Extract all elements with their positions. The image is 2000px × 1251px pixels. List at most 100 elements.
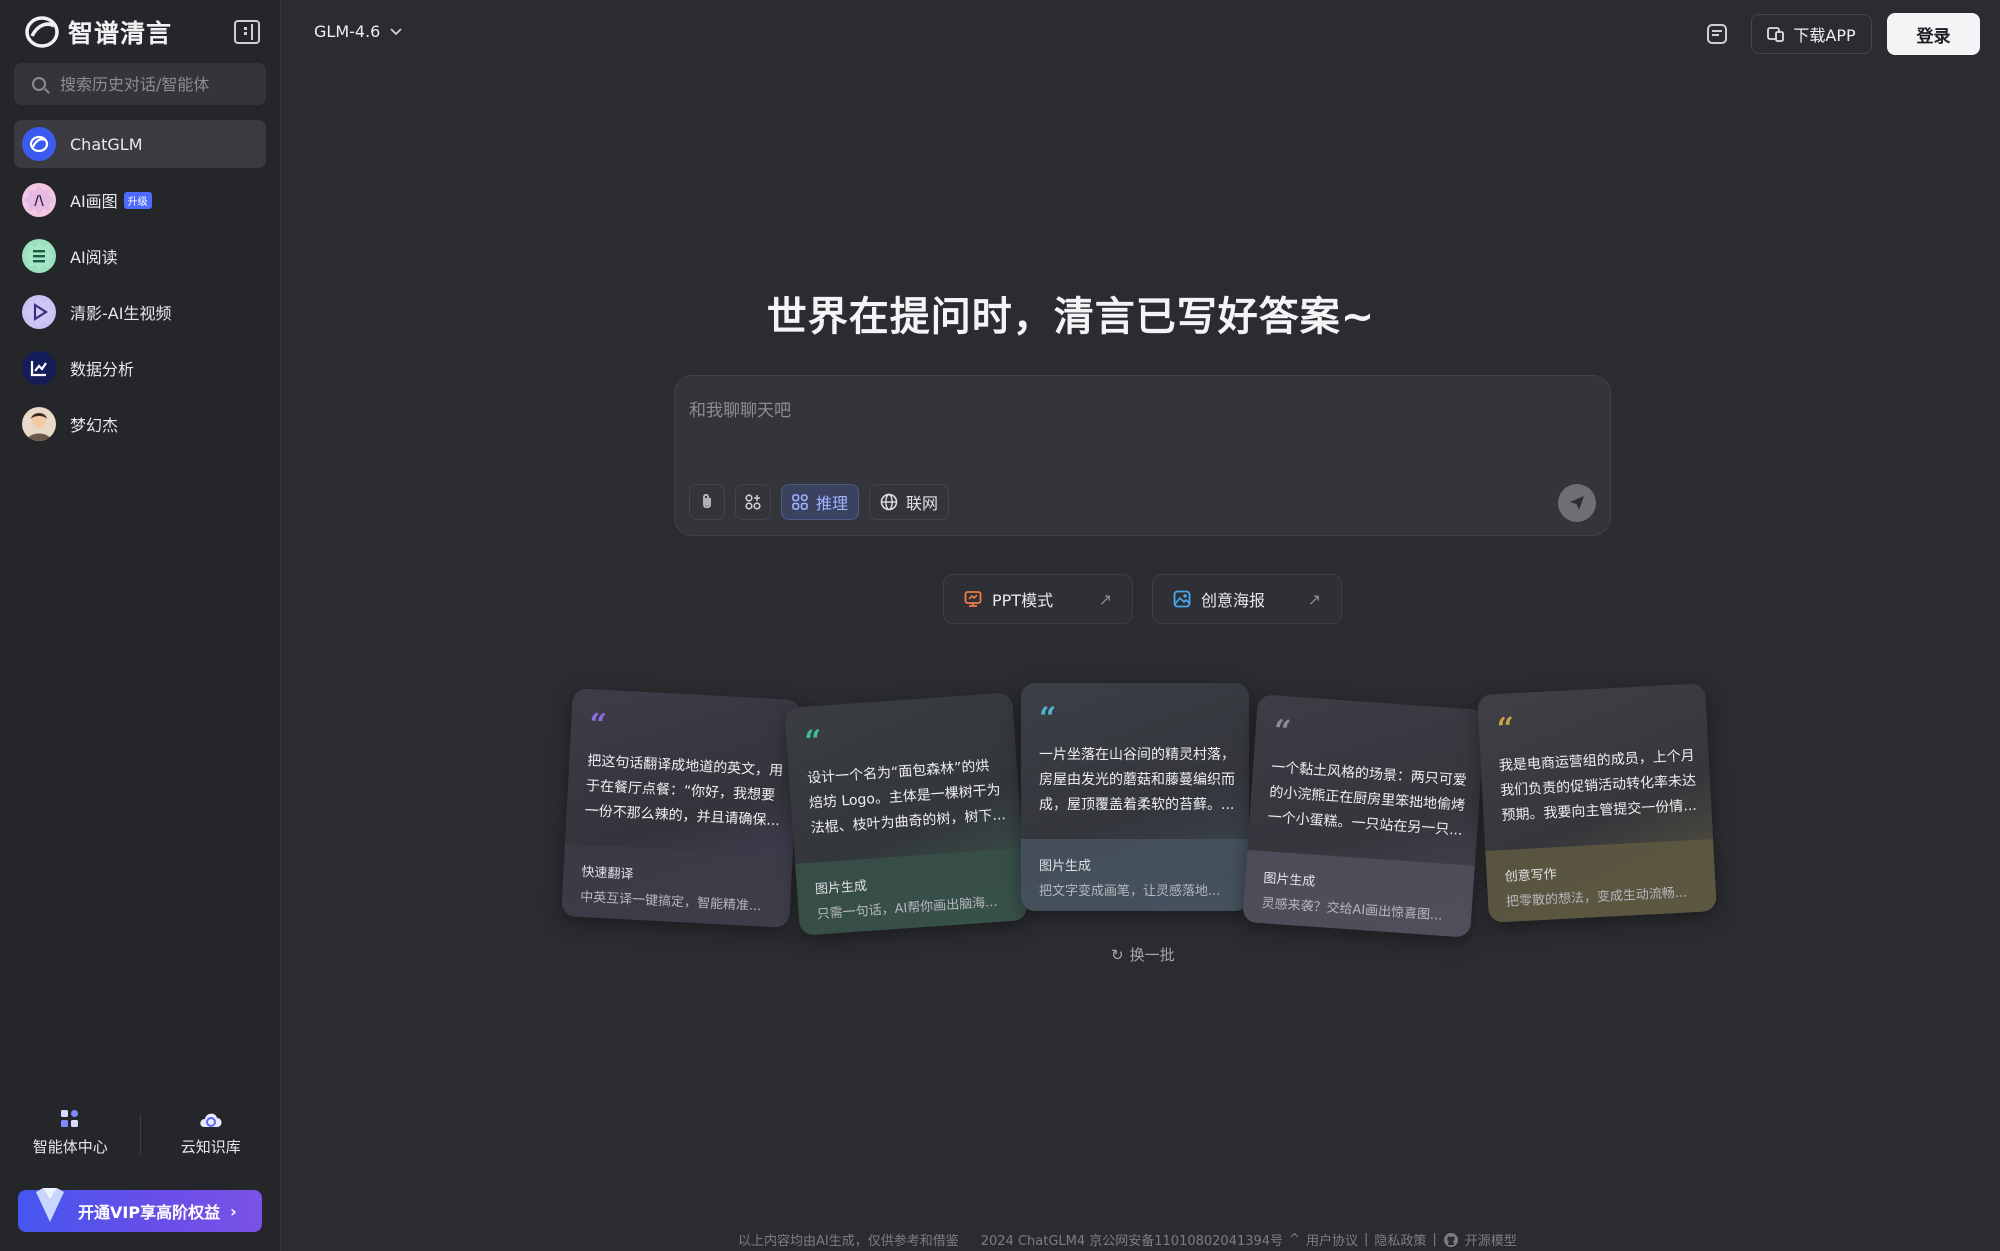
disclaimer-text: 以上内容均由AI生成，仅供参考和借鉴 bbox=[738, 1234, 959, 1249]
zhipu-logo-icon bbox=[25, 16, 59, 48]
refresh-button[interactable]: ↻ 换一批 bbox=[1111, 944, 1175, 965]
poster-icon bbox=[1173, 590, 1191, 608]
vip-upgrade-button[interactable]: 开通VIP享高阶权益 › bbox=[18, 1188, 262, 1232]
agent-center-icon bbox=[61, 1110, 79, 1127]
apps-icon bbox=[745, 494, 761, 510]
sidebar-item-ai-read[interactable]: AI阅读 bbox=[14, 232, 266, 280]
model-select[interactable]: GLM-4.6 bbox=[314, 22, 402, 41]
sidebar-item-data-analysis[interactable]: 数据分析 bbox=[14, 344, 266, 392]
knowledge-base-button[interactable]: 云知识库 bbox=[141, 1108, 282, 1160]
card-footer: 快速翻译 中英互译一键搞定，智能精准... bbox=[561, 843, 793, 928]
ai-read-icon bbox=[22, 239, 56, 273]
user-agreement-link[interactable]: 用户协议 bbox=[1306, 1230, 1358, 1249]
refresh-icon: ↻ bbox=[1111, 945, 1124, 964]
history-icon[interactable] bbox=[1705, 22, 1729, 46]
separator: | bbox=[1432, 1232, 1437, 1247]
quote-icon: “ bbox=[803, 723, 824, 760]
divider bbox=[140, 1114, 141, 1156]
cloud-icon bbox=[200, 1113, 222, 1127]
sidebar-item-label: ChatGLM bbox=[70, 134, 143, 154]
card-title: 快速翻译 bbox=[581, 864, 634, 883]
arrow-up-right-icon: ↗ bbox=[1307, 589, 1321, 609]
chart-icon bbox=[22, 351, 56, 385]
chat-input[interactable] bbox=[689, 396, 1569, 446]
quote-icon: “ bbox=[1272, 713, 1293, 750]
video-icon bbox=[22, 295, 56, 329]
collapse-sidebar-icon[interactable] bbox=[234, 20, 260, 44]
brand[interactable]: 智谱清言 bbox=[24, 14, 172, 50]
avatar-icon bbox=[22, 407, 56, 441]
sidebar-item-ai-draw[interactable]: /\ AI画图 升级 bbox=[14, 176, 266, 224]
card-subtitle: 中英互译一键搞定，智能精准... bbox=[579, 889, 762, 915]
separator: | bbox=[1363, 1232, 1369, 1247]
sidebar-item-label: AI画图 bbox=[70, 192, 118, 211]
creative-poster-label: 创意海报 bbox=[1201, 591, 1266, 610]
prompt-card[interactable]: “ 把这句话翻译成地道的英文，用于在餐厅点餐：“你好，我想要一份不那么辣的，并且… bbox=[561, 688, 801, 928]
send-icon bbox=[1570, 496, 1584, 510]
card-body: 把这句话翻译成地道的英文，用于在餐厅点餐：“你好，我想要一份不那么辣的，并且请确… bbox=[584, 753, 784, 830]
sidebar-item-label: 数据分析 bbox=[70, 360, 135, 379]
card-subtitle: 把文字变成画笔，让灵感落地... bbox=[1039, 884, 1221, 899]
brand-name: 智谱清言 bbox=[68, 19, 173, 48]
chevron-right-icon: › bbox=[230, 1201, 237, 1221]
download-app-button[interactable]: 下载APP bbox=[1751, 14, 1872, 54]
prompt-card[interactable]: “ 设计一个名为“面包森林”的烘焙坊 Logo。主体是一棵树干为法棍、枝叶为曲奇… bbox=[784, 692, 1028, 936]
card-body: 我是电商运营组的成员，上个月我们负责的促销活动转化率未达预期。我要向主管提交一份… bbox=[1498, 747, 1698, 825]
card-footer: 图片生成 灵感来袭？交给AI画出惊喜图... bbox=[1242, 849, 1475, 938]
chevron-up-icon: ^ bbox=[1289, 1232, 1300, 1247]
svg-text:/\: /\ bbox=[34, 194, 44, 209]
web-search-label: 联网 bbox=[906, 494, 939, 513]
prompt-card[interactable]: “ 我是电商运营组的成员，上个月我们负责的促销活动转化率未达预期。我要向主管提交… bbox=[1477, 683, 1717, 923]
model-name: GLM-4.6 bbox=[314, 22, 381, 41]
upgrade-badge: 升级 bbox=[123, 191, 152, 209]
sidebar: 智谱清言 ChatGLM /\ AI画图 升级 AI阅读 bbox=[0, 0, 281, 1251]
card-body: 设计一个名为“面包森林”的烘焙坊 Logo。主体是一棵树干为法棍、枝叶为曲奇的树… bbox=[806, 758, 1007, 837]
agent-center-button[interactable]: 智能体中心 bbox=[0, 1108, 141, 1160]
search-icon bbox=[32, 77, 46, 91]
privacy-link[interactable]: 隐私政策 bbox=[1374, 1230, 1426, 1249]
card-body: 一片坐落在山谷间的精灵村落，房屋由发光的蘑菇和藤蔓编织而成，屋顶覆盖着柔软的苔藓… bbox=[1039, 747, 1235, 813]
github-icon bbox=[1443, 1232, 1458, 1247]
search-input[interactable] bbox=[60, 74, 250, 94]
open-source-link[interactable]: 开源模型 bbox=[1465, 1230, 1517, 1249]
chatglm-icon bbox=[22, 127, 56, 161]
ai-draw-icon: /\ bbox=[22, 183, 56, 217]
device-icon bbox=[1767, 27, 1785, 42]
quote-icon: “ bbox=[1496, 711, 1516, 748]
card-footer: 图片生成 把文字变成画笔，让灵感落地... bbox=[1021, 839, 1249, 911]
reasoning-toggle[interactable]: 推理 bbox=[781, 484, 860, 520]
page-headline: 世界在提问时，清言已写好答案~ bbox=[766, 294, 1376, 340]
sidebar-item-chatglm[interactable]: ChatGLM bbox=[14, 120, 266, 168]
vip-label: 开通VIP享高阶权益 bbox=[78, 1203, 221, 1222]
prompt-card[interactable]: “ 一个黏土风格的场景：两只可爱的小浣熊正在厨房里笨拙地偷烤一个小蛋糕。一只站在… bbox=[1242, 694, 1486, 938]
chat-composer: 推理 联网 bbox=[674, 375, 1611, 536]
card-title: 创意写作 bbox=[1504, 867, 1558, 885]
quote-icon: “ bbox=[588, 707, 608, 743]
login-button[interactable]: 登录 bbox=[1887, 13, 1980, 55]
reasoning-label: 推理 bbox=[816, 494, 849, 513]
ppt-mode-button[interactable]: PPT模式 ↗ bbox=[943, 574, 1133, 624]
creative-poster-button[interactable]: 创意海报 ↗ bbox=[1152, 574, 1342, 624]
vip-gem-icon bbox=[36, 1188, 64, 1222]
globe-icon bbox=[880, 493, 898, 511]
paperclip-icon bbox=[703, 493, 711, 509]
attach-button[interactable] bbox=[689, 484, 725, 520]
reasoning-icon bbox=[792, 494, 808, 510]
card-footer: 创意写作 把零散的想法，变成生动流畅... bbox=[1485, 838, 1717, 923]
sidebar-item-label: AI阅读 bbox=[70, 248, 118, 267]
agent-center-label: 智能体中心 bbox=[32, 1138, 108, 1156]
refresh-label: 换一批 bbox=[1129, 946, 1175, 964]
icp-link[interactable]: 2024 ChatGLM4 京公网安备11010802041394号 bbox=[981, 1230, 1283, 1249]
apps-button[interactable] bbox=[735, 484, 771, 520]
sidebar-item-label: 梦幻杰 bbox=[70, 416, 119, 435]
ppt-icon bbox=[964, 591, 982, 607]
sidebar-item-agent-user[interactable]: 梦幻杰 bbox=[14, 400, 266, 448]
arrow-up-right-icon: ↗ bbox=[1098, 589, 1112, 609]
prompt-card[interactable]: “ 一片坐落在山谷间的精灵村落，房屋由发光的蘑菇和藤蔓编织而成，屋顶覆盖着柔软的… bbox=[1021, 683, 1249, 911]
web-search-toggle[interactable]: 联网 bbox=[869, 484, 950, 520]
card-subtitle: 把零散的想法，变成生动流畅... bbox=[1505, 885, 1688, 910]
composer-tools: 推理 联网 bbox=[689, 484, 950, 520]
send-button[interactable] bbox=[1558, 484, 1596, 522]
search-box[interactable] bbox=[14, 63, 266, 105]
card-title: 图片生成 bbox=[1039, 859, 1092, 874]
